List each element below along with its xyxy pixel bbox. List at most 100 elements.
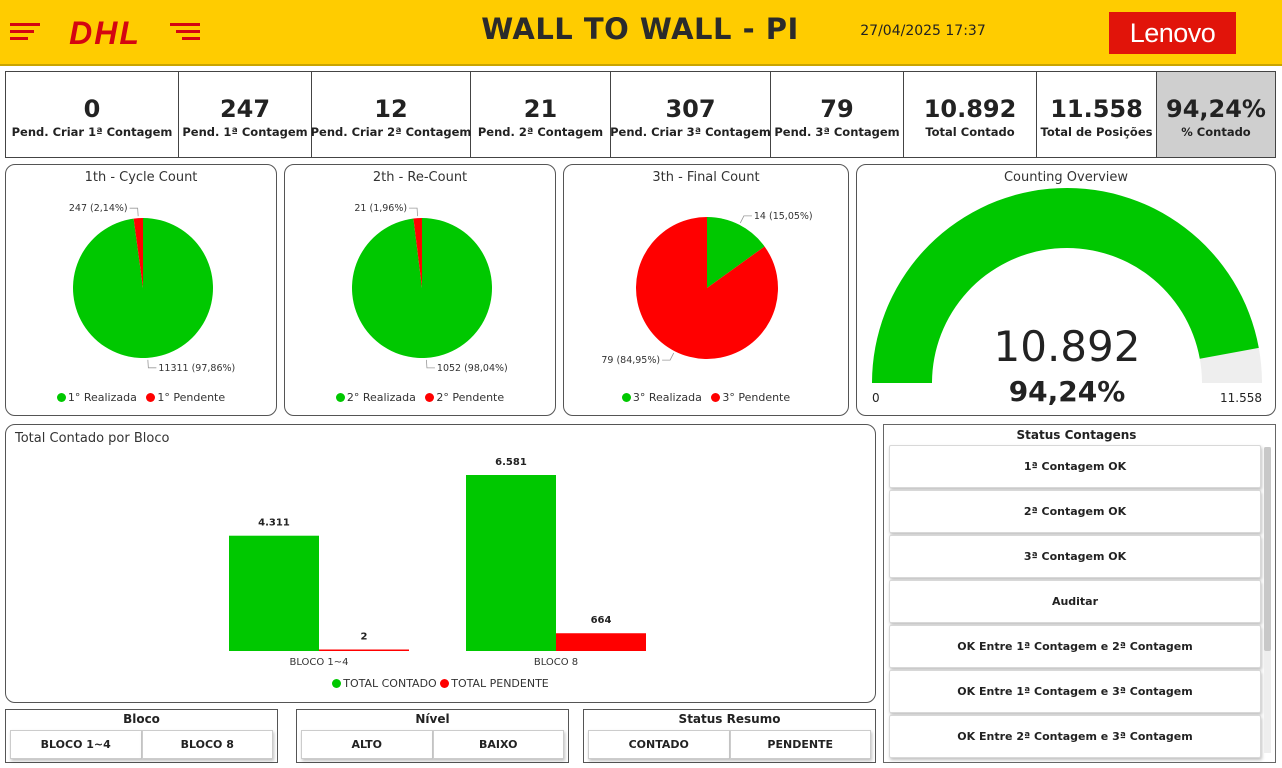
gauge-min-label: 0	[872, 391, 880, 405]
data-label: 21 (1,96%)	[354, 203, 407, 214]
bar-chart: 4.311 2 BLOCO 1~4 6.581 664 BLOCO 8	[229, 457, 646, 668]
legend-dot	[711, 393, 721, 402]
status-contagens-slicer: Status Contagens 1ª Contagem OK 2ª Conta…	[883, 424, 1276, 763]
slicer-options: BLOCO 1~4 BLOCO 8	[10, 730, 273, 759]
data-label: 1052 (98,04%)	[437, 363, 508, 374]
kpi-card: 21 Pend. 2ª Contagem	[471, 72, 611, 157]
bar[interactable]	[319, 649, 409, 652]
status-list: 1ª Contagem OK 2ª Contagem OK 3ª Contage…	[889, 445, 1261, 760]
dhl-logo: DHL	[10, 16, 200, 50]
legend-item: 3° Realizada	[621, 391, 702, 404]
kpi-card: 307 Pend. Criar 3ª Contagem	[610, 72, 771, 157]
kpi-value: 12	[374, 94, 408, 123]
dhl-logo-text: DHL	[69, 16, 141, 50]
kpi-value: 94,24%	[1166, 94, 1266, 123]
legend-label: 2° Realizada	[346, 391, 416, 404]
status-option[interactable]: 2ª Contagem OK	[889, 490, 1261, 533]
slicer-options: ALTO BAIXO	[301, 730, 564, 759]
slicer-option-contado[interactable]: CONTADO	[588, 730, 730, 759]
page-title: WALL TO WALL - PI	[481, 12, 799, 46]
kpi-value: 11.558	[1050, 94, 1143, 123]
slicer-nivel: Nível ALTO BAIXO	[296, 709, 569, 763]
status-option[interactable]: 3ª Contagem OK	[889, 535, 1261, 578]
status-option[interactable]: OK Entre 1ª Contagem e 2ª Contagem	[889, 625, 1261, 668]
timestamp: 27/04/2025 17:37	[860, 23, 986, 39]
gauge-value: 10.892	[994, 322, 1141, 371]
kpi-label: Pend. 1ª Contagem	[182, 124, 308, 139]
legend-label: 3° Realizada	[632, 391, 702, 404]
slicer-title: Nível	[415, 712, 450, 726]
legend-dot	[425, 393, 435, 402]
slicer-option-bloco-8[interactable]: BLOCO 8	[141, 730, 273, 759]
slicer-option-baixo[interactable]: BAIXO	[432, 730, 564, 759]
kpi-card: 247 Pend. 1ª Contagem	[179, 72, 312, 157]
pie-panel-final-count: 3th - Final Count 14 (15,05%) 79 (84,95%)…	[563, 164, 849, 416]
kpi-value: 21	[523, 94, 558, 123]
chart-legend: TOTAL CONTADO TOTAL PENDENTE	[6, 677, 875, 690]
kpi-label: Total de Posições	[1040, 124, 1153, 139]
legend-item: TOTAL PENDENTE	[440, 677, 549, 690]
kpi-label: Pend. Criar 1ª Contagem	[11, 124, 173, 139]
kpi-label: Pend. 3ª Contagem	[774, 124, 900, 139]
kpi-card: 10.892 Total Contado	[904, 72, 1037, 157]
kpi-label: Pend. Criar 3ª Contagem	[610, 124, 771, 139]
leader-line	[739, 215, 752, 224]
slicer-option-alto[interactable]: ALTO	[301, 730, 433, 759]
gauge-chart: 10.892 94,24% 0 11.558	[872, 188, 1262, 408]
leader-line	[409, 207, 418, 217]
leader-line	[426, 359, 435, 369]
legend-dot	[621, 393, 631, 402]
kpi-label: % Contado	[1181, 124, 1251, 139]
legend-item: 2° Pendente	[425, 391, 504, 404]
legend-label: 2° Pendente	[436, 391, 505, 404]
legend-item: 2° Realizada	[335, 391, 416, 404]
status-option[interactable]: 1ª Contagem OK	[889, 445, 1261, 488]
gauge-percent: 94,24%	[1009, 375, 1126, 408]
kpi-value: 79	[820, 94, 854, 123]
legend-item: 1° Pendente	[146, 391, 225, 404]
leader-line	[147, 359, 157, 369]
kpi-label: Total Contado	[925, 124, 1015, 139]
slicer-title: Bloco	[123, 712, 160, 726]
pie-panel-re-count: 2th - Re-Count 1052 (98,04%) 21 (1,96%) 2…	[284, 164, 556, 416]
chart-legend: 2° Realizada 2° Pendente	[285, 391, 555, 404]
kpi-card-percent: 94,24%% Contado	[1157, 72, 1275, 157]
legend-item: 3° Pendente	[711, 391, 790, 404]
leader-line	[129, 207, 139, 217]
slicer-bloco: Bloco BLOCO 1~4 BLOCO 8	[5, 709, 278, 763]
slicer-option-bloco-1-4[interactable]: BLOCO 1~4	[10, 730, 142, 759]
status-option[interactable]: OK Entre 1ª Contagem e 3ª Contagem	[889, 670, 1261, 713]
slicer-title: Status Contagens	[1016, 428, 1137, 442]
status-option[interactable]: Auditar	[889, 580, 1261, 623]
legend-item: 1° Realizada	[56, 391, 137, 404]
kpi-row: 0 Pend. Criar 1ª Contagem 247 Pend. 1ª Con…	[5, 71, 1276, 158]
slicer-option-pendente[interactable]: PENDENTE	[729, 730, 871, 759]
scrollbar-thumb[interactable]	[1264, 447, 1271, 651]
legend-dot	[335, 393, 345, 402]
gauge-panel-counting-overview: Counting Overview 10.892 94,24% 0 11.558	[856, 164, 1276, 416]
bar[interactable]	[556, 633, 646, 651]
lenovo-logo: Lenovo	[1109, 12, 1236, 54]
kpi-value: 10.892	[923, 94, 1017, 123]
bar-value-label: 664	[591, 615, 612, 626]
bar[interactable]	[229, 535, 319, 651]
legend-label: 1° Realizada	[67, 391, 137, 404]
status-option[interactable]: OK Entre 2ª Contagem e 3ª Contagem	[889, 715, 1261, 758]
kpi-label: Pend. Criar 2ª Contagem	[310, 124, 472, 139]
bar[interactable]	[466, 475, 556, 651]
pie-chart: 11311 (97,86%) 247 (2,14%)	[69, 203, 235, 374]
legend-dot	[332, 679, 342, 688]
chart-legend: 3° Realizada 3° Pendente	[564, 391, 848, 404]
data-label: 11311 (97,86%)	[158, 363, 235, 374]
legend-dot	[56, 393, 66, 402]
kpi-card: 12 Pend. Criar 2ª Contagem	[310, 72, 472, 157]
kpi-value: 0	[83, 94, 101, 123]
legend-dot	[146, 393, 156, 402]
legend-label: 3° Pendente	[722, 391, 791, 404]
bar-panel-total-contado: Total Contado por Bloco 4.311 2 BLOCO 1~4 6…	[5, 424, 876, 703]
header-bar: DHL WALL TO WALL - PI 27/04/2025 17:37 L…	[0, 0, 1282, 66]
kpi-value: 247	[219, 94, 271, 123]
pie-panel-cycle-count: 1th - Cycle Count 11311 (97,86%) 247 (2,1…	[5, 164, 277, 416]
slicer-title: Status Resumo	[678, 712, 781, 726]
chart-legend: 1° Realizada 1° Pendente	[6, 391, 276, 404]
